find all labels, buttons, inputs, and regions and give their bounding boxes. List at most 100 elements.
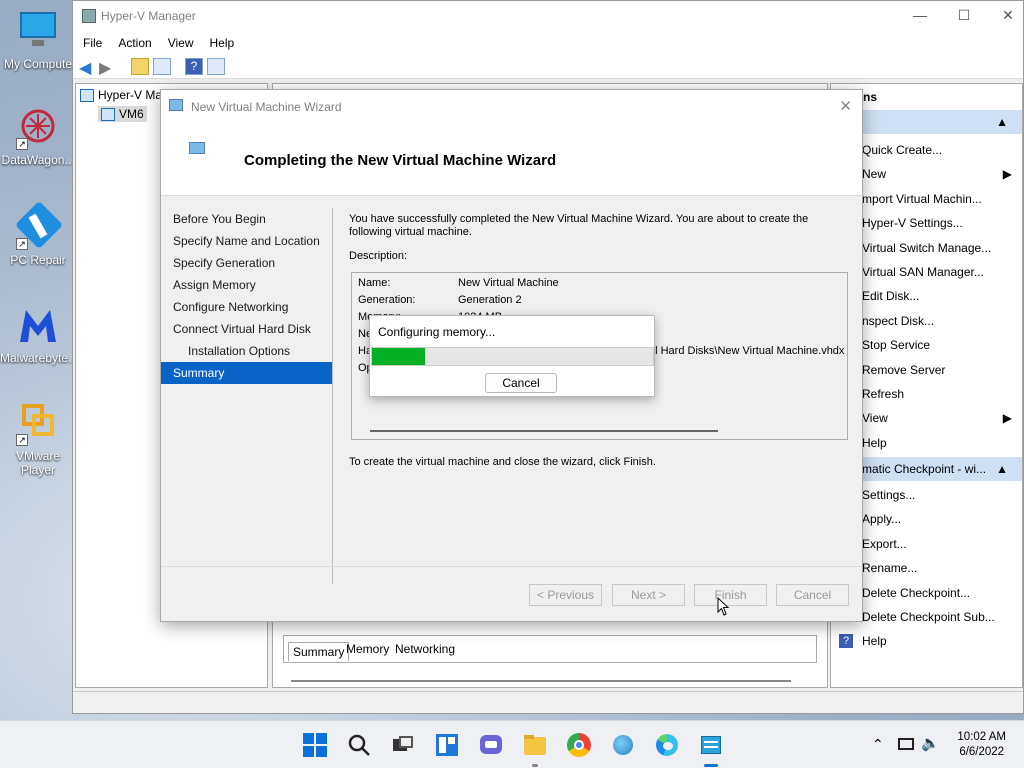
vmware-icon: ↗ bbox=[16, 402, 60, 446]
menu-file[interactable]: File bbox=[83, 36, 102, 50]
taskbar-clock[interactable]: 10:02 AM 6/6/2022 bbox=[957, 730, 1006, 760]
menu-bar: File Action View Help bbox=[73, 32, 1023, 54]
wizard-divider bbox=[332, 208, 333, 584]
action-item-label: mport Virtual Machin... bbox=[862, 191, 982, 206]
action-item-label: Delete Checkpoint Sub... bbox=[862, 610, 995, 625]
wizard-step[interactable]: Specify Name and Location bbox=[161, 230, 333, 252]
collapse-arrow-icon[interactable]: ▲ bbox=[996, 110, 1008, 134]
volume-icon[interactable]: 🔈 bbox=[921, 734, 940, 752]
wizard-close-button[interactable]: ✕ bbox=[839, 97, 852, 115]
wizard-app-icon bbox=[169, 99, 183, 111]
desktop-icon-vmware-player[interactable]: ↗ VMware Player bbox=[0, 402, 76, 477]
monitor-icon bbox=[16, 10, 60, 54]
wizard-title-bar[interactable]: New Virtual Machine Wizard ✕ bbox=[161, 90, 862, 122]
action-item-label: Edit Disk... bbox=[862, 289, 920, 304]
server-node-icon bbox=[101, 108, 115, 122]
description-scrollbar[interactable] bbox=[370, 430, 718, 432]
wizard-step[interactable]: Before You Begin bbox=[161, 208, 333, 230]
show-hide-action-pane-icon[interactable] bbox=[207, 58, 225, 75]
finish-note: To create the virtual machine and close … bbox=[349, 456, 656, 468]
tab-networking[interactable]: Networking bbox=[395, 642, 455, 656]
desktop-icon-pc-repair[interactable]: ↗ PC Repair bbox=[0, 200, 76, 267]
action-item-label: Apply... bbox=[862, 512, 902, 527]
wizard-footer-divider bbox=[161, 566, 862, 567]
file-explorer-icon[interactable] bbox=[523, 733, 547, 757]
datawagon-icon: ↗ bbox=[16, 106, 60, 150]
action-item-label: nspect Disk... bbox=[862, 313, 935, 328]
tree-child-vm6[interactable]: VM6 bbox=[98, 106, 147, 123]
checkpoint-section-label: matic Checkpoint - wi... bbox=[862, 462, 987, 477]
desc-row-generation: Generation: Generation 2 bbox=[358, 294, 522, 306]
wizard-step[interactable]: Specify Generation bbox=[161, 252, 333, 274]
tab-memory[interactable]: Memory bbox=[346, 642, 389, 656]
action-item-label: Help bbox=[862, 435, 887, 450]
action-item-label: Hyper-V Settings... bbox=[862, 216, 963, 231]
hyperv-title-bar[interactable]: Hyper-V Manager — ☐ ✕ bbox=[73, 1, 1023, 32]
progress-fill bbox=[372, 348, 426, 365]
wizard-step[interactable]: Summary bbox=[161, 362, 333, 384]
progress-dialog: Configuring memory... Cancel bbox=[369, 315, 655, 397]
wizard-intro-line1: You have successfully completed the New … bbox=[349, 213, 809, 225]
hyperv-title: Hyper-V Manager bbox=[101, 9, 196, 23]
wizard-banner-icon bbox=[189, 142, 205, 154]
action-item[interactable]: Help? bbox=[831, 629, 1022, 653]
clock-date: 6/6/2022 bbox=[959, 746, 1005, 758]
wizard-step[interactable]: Connect Virtual Hard Disk bbox=[161, 318, 333, 340]
wizard-step[interactable]: Configure Networking bbox=[161, 296, 333, 318]
wizard-step[interactable]: Assign Memory bbox=[161, 274, 333, 296]
previous-button[interactable]: < Previous bbox=[529, 584, 602, 606]
wizard-step[interactable]: Installation Options bbox=[161, 340, 333, 362]
desktop-icon-label: PC Repair bbox=[10, 253, 66, 267]
chrome-icon[interactable] bbox=[567, 733, 591, 757]
desktop-icon-label: Malwarebyte... bbox=[0, 351, 79, 365]
action-item-label: New bbox=[862, 167, 887, 182]
show-hide-console-tree-icon[interactable] bbox=[153, 58, 171, 75]
active-app-indicator bbox=[532, 764, 538, 767]
back-arrow-icon[interactable]: ◀ bbox=[79, 58, 91, 78]
help-icon[interactable]: ? bbox=[185, 58, 203, 75]
desktop-icon-label: My Compute bbox=[3, 57, 73, 71]
edge-icon[interactable] bbox=[655, 733, 679, 757]
up-folder-icon[interactable] bbox=[131, 58, 149, 75]
action-item-label: Export... bbox=[862, 536, 907, 551]
tree-root[interactable]: Hyper-V Ma bbox=[80, 88, 163, 103]
action-item-label: Virtual Switch Manage... bbox=[862, 240, 992, 255]
minimize-button[interactable]: — bbox=[905, 7, 935, 27]
menu-view[interactable]: View bbox=[168, 36, 194, 50]
show-hidden-icons-chevron-icon[interactable]: ⌃ bbox=[872, 736, 884, 753]
desktop-icon-malwarebytes[interactable]: Malwarebyte... bbox=[0, 304, 79, 365]
wrench-icon: ↗ bbox=[14, 200, 64, 250]
search-icon[interactable] bbox=[347, 733, 371, 757]
task-view-icon[interactable] bbox=[391, 733, 415, 757]
maximize-button[interactable]: ☐ bbox=[949, 7, 979, 27]
collapse-arrow-icon[interactable]: ▲ bbox=[996, 457, 1008, 481]
action-item-label: View bbox=[862, 411, 888, 426]
desktop-icon-label: VMware Player bbox=[15, 449, 60, 477]
network-icon[interactable] bbox=[898, 738, 914, 750]
toolbar: ◀ ▶ ? bbox=[73, 54, 1023, 79]
progress-cancel-button[interactable]: Cancel bbox=[485, 373, 557, 393]
widgets-icon[interactable] bbox=[435, 733, 459, 757]
chat-icon[interactable] bbox=[479, 733, 503, 757]
app-icon[interactable] bbox=[611, 733, 635, 757]
submenu-arrow-icon: ▶ bbox=[1002, 167, 1012, 182]
forward-arrow-icon[interactable]: ▶ bbox=[99, 58, 111, 78]
tree-root-label: Hyper-V Ma bbox=[98, 88, 163, 102]
desktop-icon-my-computer[interactable]: My Compute bbox=[0, 10, 76, 71]
center-scrollbar[interactable] bbox=[291, 680, 791, 682]
desktop-icon-label: DataWagon... bbox=[1, 153, 75, 167]
menu-help[interactable]: Help bbox=[210, 36, 235, 50]
tab-summary[interactable]: Summary bbox=[288, 642, 350, 661]
close-button[interactable]: ✕ bbox=[993, 7, 1023, 27]
cancel-button[interactable]: Cancel bbox=[776, 584, 849, 606]
wizard-steps: Before You Begin Specify Name and Locatio… bbox=[161, 208, 333, 384]
menu-action[interactable]: Action bbox=[118, 36, 151, 50]
next-button[interactable]: Next > bbox=[612, 584, 685, 606]
progress-text: Configuring memory... bbox=[378, 325, 496, 339]
hyperv-app-icon bbox=[82, 9, 96, 23]
desktop-icon-datawagon[interactable]: ↗ DataWagon... bbox=[0, 106, 76, 167]
progress-bar bbox=[371, 347, 654, 366]
windows-start-icon[interactable] bbox=[303, 733, 327, 757]
hyperv-manager-taskbar-icon[interactable] bbox=[699, 733, 723, 757]
action-item-label: Settings... bbox=[862, 488, 916, 503]
